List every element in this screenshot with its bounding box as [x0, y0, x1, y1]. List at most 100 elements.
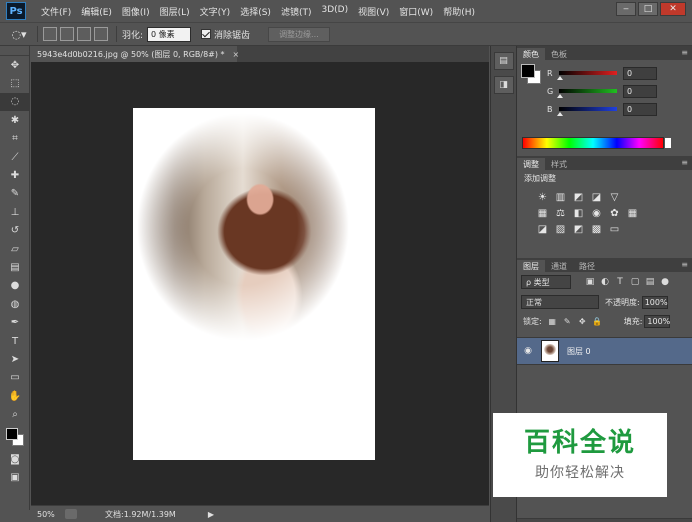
adjustment-layer-filter-icon[interactable]: ◐ — [600, 277, 610, 287]
magic-wand-tool-icon[interactable]: ✱ — [0, 111, 30, 129]
subtract-from-selection-icon[interactable] — [77, 27, 91, 41]
menu-image[interactable]: 图像(I) — [117, 5, 155, 18]
menu-select[interactable]: 选择(S) — [235, 5, 276, 18]
crop-tool-icon[interactable]: ⌗ — [0, 130, 30, 148]
eyedropper-tool-icon[interactable]: ⟋ — [0, 148, 30, 166]
gradient-map-icon[interactable]: ▭ — [609, 224, 620, 235]
red-value-field[interactable]: 0 — [623, 66, 657, 80]
close-tab-icon[interactable]: × — [233, 50, 240, 59]
tab-styles[interactable]: 样式 — [545, 158, 573, 170]
tab-adjustments[interactable]: 调整 — [517, 158, 545, 170]
type-tool-icon[interactable]: T — [0, 332, 30, 350]
minimize-button[interactable]: ‒ — [616, 2, 636, 16]
screen-mode-icon[interactable]: ▣ — [0, 468, 30, 486]
path-selection-tool-icon[interactable]: ➤ — [0, 350, 30, 368]
pen-tool-icon[interactable]: ✒ — [0, 313, 30, 331]
tab-channels[interactable]: 通道 — [545, 260, 573, 272]
menu-filter[interactable]: 滤镜(T) — [276, 5, 317, 18]
rectangle-tool-icon[interactable]: ▭ — [0, 369, 30, 387]
status-share-icon[interactable] — [65, 509, 77, 519]
menu-layer[interactable]: 图层(L) — [155, 5, 195, 18]
menu-3d[interactable]: 3D(D) — [316, 5, 353, 18]
canvas-area[interactable] — [31, 62, 489, 505]
photo-filter-icon[interactable]: ◉ — [591, 208, 602, 219]
smart-object-filter-icon[interactable]: ▤ — [645, 277, 655, 287]
channel-mixer-icon[interactable]: ✿ — [609, 208, 620, 219]
foreground-color-swatch[interactable] — [6, 427, 18, 440]
menu-window[interactable]: 窗口(W) — [394, 5, 438, 18]
close-button[interactable]: ✕ — [660, 2, 686, 16]
blend-mode-select[interactable]: 正常 — [521, 295, 599, 309]
lock-all-icon[interactable]: 🔒 — [592, 317, 602, 326]
threshold-icon[interactable]: ◩ — [573, 224, 584, 235]
tab-swatches[interactable]: 色板 — [545, 48, 573, 60]
color-spectrum-bar[interactable] — [522, 137, 671, 149]
menu-help[interactable]: 帮助(H) — [438, 5, 480, 18]
intersect-selection-icon[interactable] — [94, 27, 108, 41]
brightness-contrast-icon[interactable]: ☀ — [537, 192, 548, 203]
zoom-level[interactable]: 50% — [31, 510, 65, 519]
shape-layer-filter-icon[interactable]: ▢ — [630, 277, 640, 287]
hue-saturation-icon[interactable]: ▦ — [537, 208, 548, 219]
posterize-icon[interactable]: ▨ — [555, 224, 566, 235]
eraser-tool-icon[interactable]: ▱ — [0, 240, 30, 258]
blue-slider[interactable] — [557, 107, 617, 116]
clone-stamp-tool-icon[interactable]: ⊥ — [0, 203, 30, 221]
brush-tool-icon[interactable]: ✎ — [0, 185, 30, 203]
lock-pixels-icon[interactable]: ✎ — [563, 317, 572, 326]
tab-paths[interactable]: 路径 — [573, 260, 601, 272]
gradient-tool-icon[interactable]: ▤ — [0, 258, 30, 276]
lock-position-icon[interactable]: ✥ — [578, 317, 587, 326]
panel-menu-icon[interactable]: ≡ — [681, 48, 688, 57]
antialias-checkbox[interactable] — [201, 29, 212, 39]
history-panel-icon[interactable]: ▤ — [493, 52, 514, 70]
invert-icon[interactable]: ◪ — [537, 224, 548, 235]
blur-tool-icon[interactable]: ● — [0, 277, 30, 295]
selective-color-icon[interactable]: ▩ — [591, 224, 602, 235]
hand-tool-icon[interactable]: ✋ — [0, 387, 30, 405]
panel-menu-icon[interactable]: ≡ — [681, 158, 688, 167]
filter-toggle-icon[interactable]: ● — [660, 277, 670, 287]
layer-row[interactable]: ◉ 图层 0 — [517, 337, 692, 365]
feather-input[interactable]: 0 像素 — [147, 26, 192, 42]
menu-file[interactable]: 文件(F) — [36, 5, 76, 18]
healing-brush-tool-icon[interactable]: ✚ — [0, 166, 30, 184]
panel-menu-icon[interactable]: ≡ — [681, 260, 688, 269]
exposure-icon[interactable]: ◪ — [591, 192, 602, 203]
layer-kind-filter[interactable]: ρ 类型 — [521, 275, 571, 289]
curves-icon[interactable]: ◩ — [573, 192, 584, 203]
green-slider[interactable] — [557, 89, 617, 98]
tab-color[interactable]: 颜色 — [517, 48, 545, 60]
menu-view[interactable]: 视图(V) — [353, 5, 394, 18]
lock-transparency-icon[interactable]: ▦ — [548, 317, 557, 326]
add-to-selection-icon[interactable] — [60, 27, 74, 41]
panel-foreground-swatch[interactable] — [521, 64, 535, 78]
new-selection-icon[interactable] — [43, 27, 57, 41]
color-lookup-icon[interactable]: ▦ — [627, 208, 638, 219]
fill-field[interactable]: 100% — [644, 315, 671, 328]
levels-icon[interactable]: ▥ — [555, 192, 566, 203]
refine-edge-button[interactable]: 调整边缘... — [268, 26, 330, 42]
dodge-tool-icon[interactable]: ◍ — [0, 295, 30, 313]
blue-value-field[interactable]: 0 — [623, 102, 657, 116]
properties-panel-icon[interactable]: ◨ — [493, 76, 514, 94]
black-white-icon[interactable]: ◧ — [573, 208, 584, 219]
status-menu-arrow-icon[interactable]: ▶ — [208, 510, 214, 519]
tab-layers[interactable]: 图层 — [517, 260, 545, 272]
opacity-field[interactable]: 100% — [641, 295, 668, 309]
history-brush-tool-icon[interactable]: ↺ — [0, 222, 30, 240]
vibrance-icon[interactable]: ▽ — [609, 192, 620, 203]
type-layer-filter-icon[interactable]: T — [615, 277, 625, 287]
move-tool-icon[interactable]: ✥ — [0, 56, 30, 74]
visibility-eye-icon[interactable]: ◉ — [519, 346, 537, 356]
menu-type[interactable]: 文字(Y) — [195, 5, 236, 18]
menu-edit[interactable]: 编辑(E) — [76, 5, 117, 18]
lasso-tool-preset-icon[interactable]: ◌▾ — [6, 25, 32, 43]
green-value-field[interactable]: 0 — [623, 84, 657, 98]
zoom-tool-icon[interactable]: ⌕ — [0, 405, 30, 423]
red-slider[interactable] — [557, 71, 617, 80]
pixel-layer-filter-icon[interactable]: ▣ — [585, 277, 595, 287]
quick-mask-icon[interactable]: ◙ — [0, 450, 30, 468]
toolbox-grip[interactable] — [0, 46, 29, 56]
layer-name[interactable]: 图层 0 — [567, 346, 591, 357]
